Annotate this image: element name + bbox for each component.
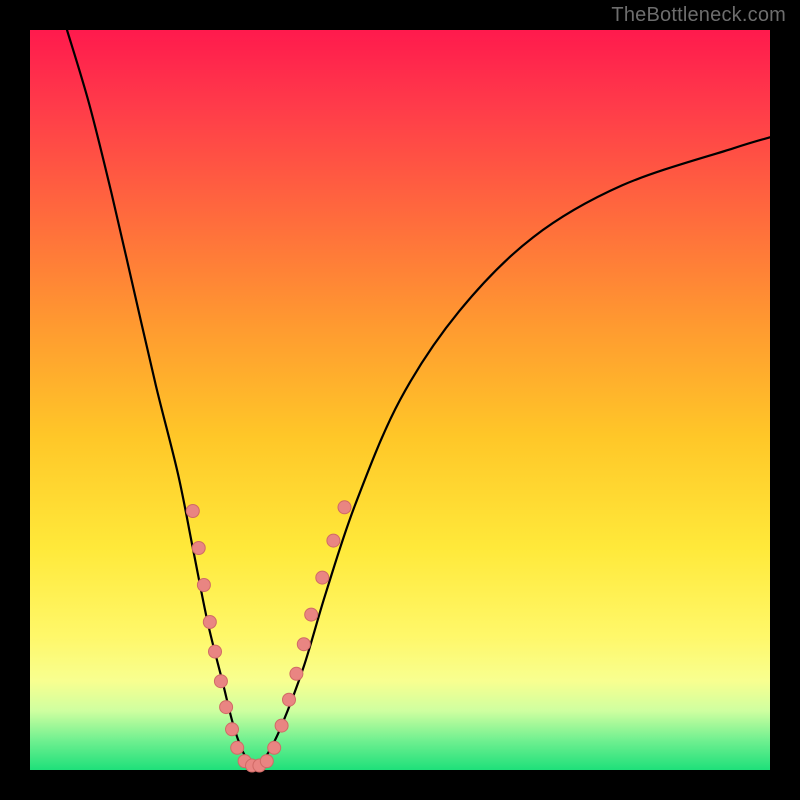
data-marker	[260, 755, 273, 768]
data-marker	[220, 701, 233, 714]
data-marker	[275, 719, 288, 732]
watermark-text: TheBottleneck.com	[611, 4, 786, 27]
data-marker	[186, 505, 199, 518]
data-marker	[316, 571, 329, 584]
chart-frame: TheBottleneck.com	[0, 0, 800, 800]
data-marker	[338, 501, 351, 514]
data-marker	[283, 693, 296, 706]
bottleneck-curve-svg	[30, 30, 770, 770]
data-marker	[209, 645, 222, 658]
data-marker	[327, 534, 340, 547]
data-marker	[268, 741, 281, 754]
data-marker	[297, 638, 310, 651]
data-marker	[305, 608, 318, 621]
data-marker	[226, 723, 239, 736]
data-marker	[231, 741, 244, 754]
data-marker	[197, 579, 210, 592]
data-marker	[214, 675, 227, 688]
data-marker	[192, 542, 205, 555]
data-marker	[203, 616, 216, 629]
bottleneck-curve-path	[67, 30, 770, 766]
data-marker	[290, 667, 303, 680]
